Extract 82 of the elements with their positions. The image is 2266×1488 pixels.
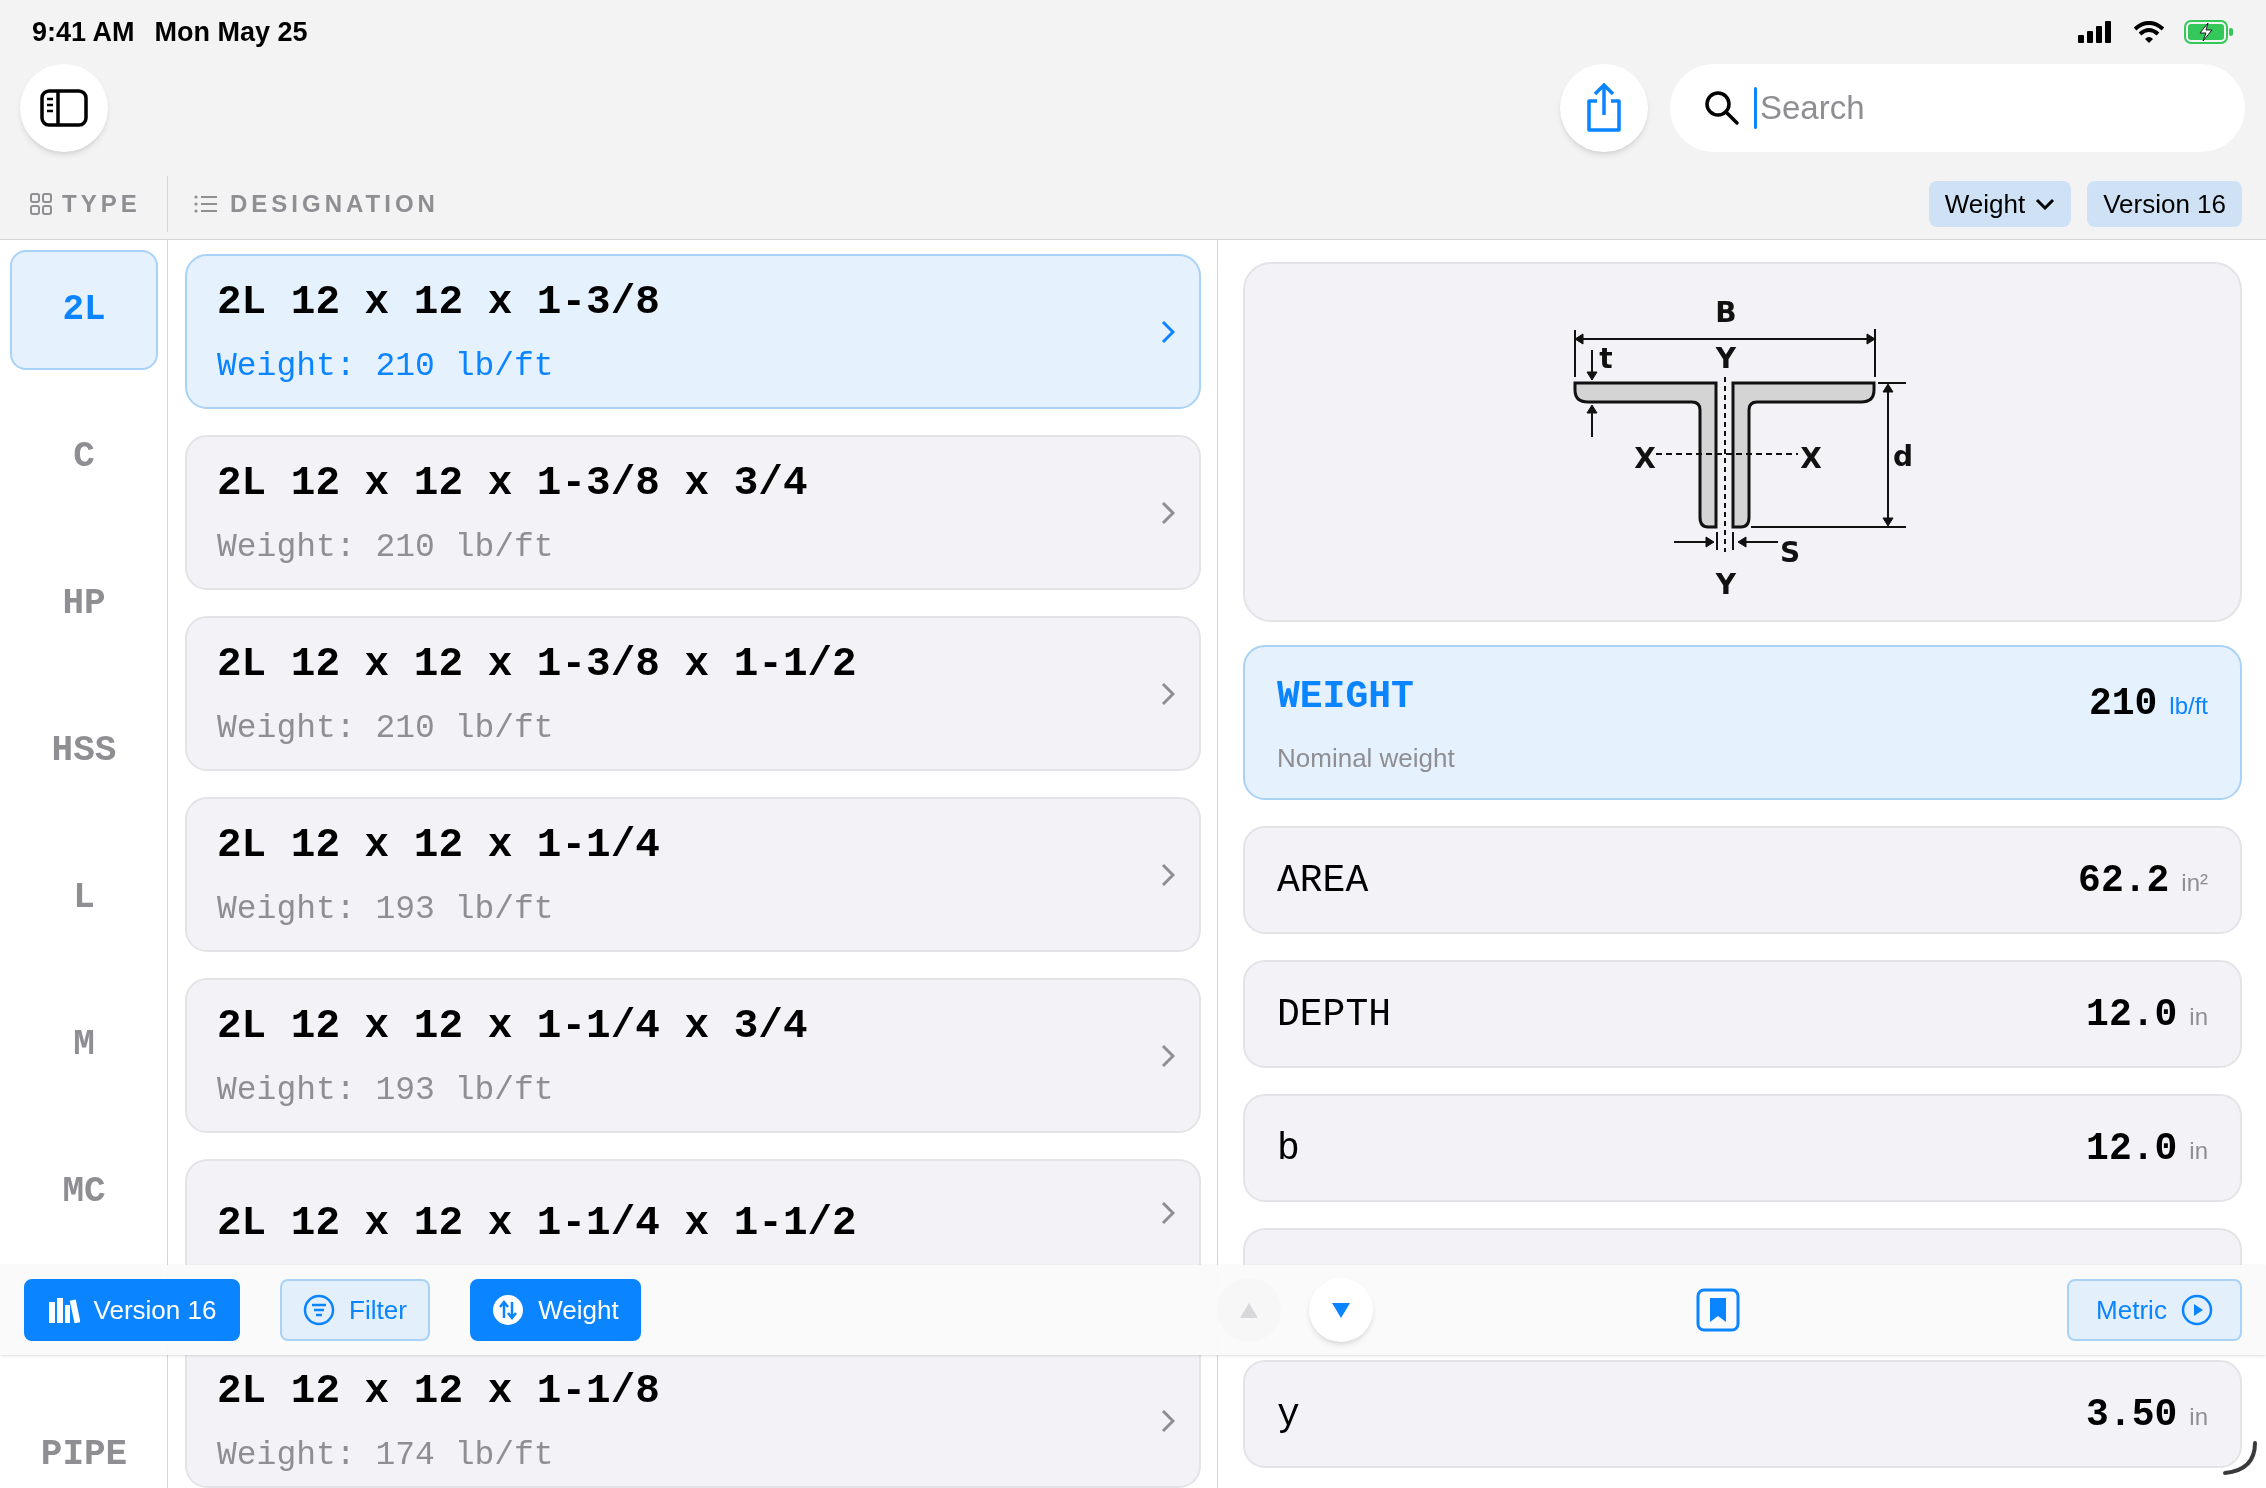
- section-card[interactable]: 2L 12 x 12 x 1-3/8 x 3/4 Weight: 210 lb/ft: [185, 435, 1201, 590]
- section-subtitle: Weight: 193 lb/ft: [217, 889, 555, 930]
- chevron-right-icon: [1161, 1201, 1175, 1225]
- property-value: 12.0: [2086, 1125, 2178, 1172]
- chevron-right-icon: [1161, 1408, 1175, 1433]
- toolbar-button[interactable]: Weight: [470, 1279, 641, 1341]
- property-description: Nominal weight: [1277, 741, 1456, 775]
- property-name: AREA: [1277, 857, 1370, 904]
- property-card[interactable]: WEIGHT Nominal weight 210 lb/ft: [1243, 645, 2242, 800]
- grid-icon: [30, 193, 52, 216]
- chevron-down-icon: [2035, 198, 2056, 211]
- property-value: 210: [2088, 681, 2158, 727]
- bookmark-icon[interactable]: [1696, 1288, 1740, 1332]
- section-card[interactable]: 2L 12 x 12 x 1-1/4 x 3/4 Weight: 193 lb/ft: [185, 978, 1201, 1133]
- property-name: y: [1277, 1391, 1301, 1438]
- section-card[interactable]: 2L 12 x 12 x 1-3/8 Weight: 210 lb/ft: [185, 254, 1201, 409]
- section-title: 2L 12 x 12 x 1-3/8: [217, 278, 661, 327]
- section-subtitle: Weight: 210 lb/ft: [217, 527, 555, 568]
- property-value: 3.50: [2086, 1391, 2178, 1438]
- section-card[interactable]: 2L 12 x 12 x 1-1/4 Weight: 193 lb/ft: [185, 797, 1201, 952]
- dimension-label: X: [1633, 442, 1656, 475]
- property-name: DEPTH: [1277, 991, 1393, 1038]
- property-value: 12.0: [2086, 991, 2178, 1038]
- property-name: WEIGHT: [1277, 673, 1415, 720]
- play-circle-icon: [2180, 1294, 2213, 1326]
- chevron-right-icon: [1161, 862, 1175, 887]
- battery-icon: [2184, 19, 2234, 44]
- section-subtitle: Weight: 174 lb/ft: [217, 1435, 555, 1476]
- property-card[interactable]: y 3.50 in: [1243, 1360, 2242, 1468]
- property-card[interactable]: AREA 62.2 in²: [1243, 826, 2242, 934]
- next-button[interactable]: [1309, 1278, 1373, 1342]
- share-icon: [1584, 82, 1624, 133]
- property-unit: in: [2189, 1001, 2208, 1032]
- column-header: TYPE: [62, 189, 141, 220]
- property-value: 62.2: [2078, 857, 2170, 904]
- dimension-label: Y: [1715, 568, 1736, 601]
- chevron-right-icon: [1161, 1043, 1175, 1068]
- section-title: 2L 12 x 12 x 1-1/4: [217, 821, 661, 870]
- section-title: 2L 12 x 12 x 1-1/4 x 1-1/2: [217, 1199, 858, 1248]
- section-card[interactable]: 2L 12 x 12 x 1-1/4 x 1-1/2: [185, 1159, 1201, 1265]
- chevron-right-icon: [1161, 681, 1175, 706]
- dimension-label: S: [1779, 536, 1800, 569]
- column-header: DESIGNATION: [230, 189, 439, 220]
- books-icon: [47, 1296, 80, 1324]
- sort-dropdown[interactable]: Weight: [1928, 181, 2072, 228]
- section-card[interactable]: 2L 12 x 12 x 1-3/8 x 1-1/2 Weight: 210 lb/ft: [185, 616, 1201, 771]
- property-card[interactable]: b 12.0 in: [1243, 1094, 2242, 1202]
- property-unit: lb/ft: [2169, 691, 2208, 721]
- arc-icon: [2222, 1440, 2258, 1476]
- sidebar-icon: [40, 88, 88, 127]
- version-chip[interactable]: Version 16: [2087, 181, 2242, 228]
- section-title: 2L 12 x 12 x 1-3/8 x 1-1/2: [217, 640, 858, 689]
- section-title: 2L 12 x 12 x 1-1/8: [217, 1367, 661, 1416]
- property-card[interactable]: DEPTH 12.0 in: [1243, 960, 2242, 1068]
- chevron-right-icon: [1161, 500, 1175, 525]
- status-time: 9:41 AM: [32, 15, 135, 49]
- swap-arrows-icon: [492, 1294, 525, 1326]
- chevron-right-icon: [1161, 319, 1175, 344]
- section-subtitle: Weight: 193 lb/ft: [217, 1070, 555, 1111]
- wifi-icon: [2134, 20, 2164, 43]
- dimension-label: Y: [1715, 342, 1736, 375]
- property-unit: in: [2189, 1135, 2208, 1166]
- search-field[interactable]: Search: [1670, 63, 2245, 152]
- section-title: 2L 12 x 12 x 1-1/4 x 3/4: [217, 1002, 809, 1051]
- property-name: b: [1277, 1125, 1301, 1172]
- dimension-label: X: [1799, 442, 1822, 475]
- section-title: 2L 12 x 12 x 1-3/8 x 3/4: [217, 459, 809, 508]
- toolbar-button[interactable]: Version 16: [24, 1279, 240, 1341]
- filter-icon: [303, 1294, 336, 1326]
- dimension-label: d: [1892, 440, 1913, 473]
- text-cursor: [1754, 86, 1757, 129]
- signal-icon: [2078, 20, 2114, 43]
- dimension-label: B: [1714, 296, 1737, 329]
- search-icon: [1704, 89, 1740, 126]
- section-card[interactable]: 2L 12 x 12 x 1-1/8 Weight: 174 lb/ft: [185, 1355, 1201, 1488]
- property-unit: in: [2189, 1401, 2208, 1432]
- property-unit: in²: [2181, 867, 2208, 898]
- dimension-label: t: [1598, 342, 1613, 375]
- list-icon: [194, 195, 218, 214]
- section-subtitle: Weight: 210 lb/ft: [217, 346, 555, 387]
- section-subtitle: Weight: 210 lb/ft: [217, 708, 555, 749]
- status-date: Mon May 25: [154, 15, 308, 49]
